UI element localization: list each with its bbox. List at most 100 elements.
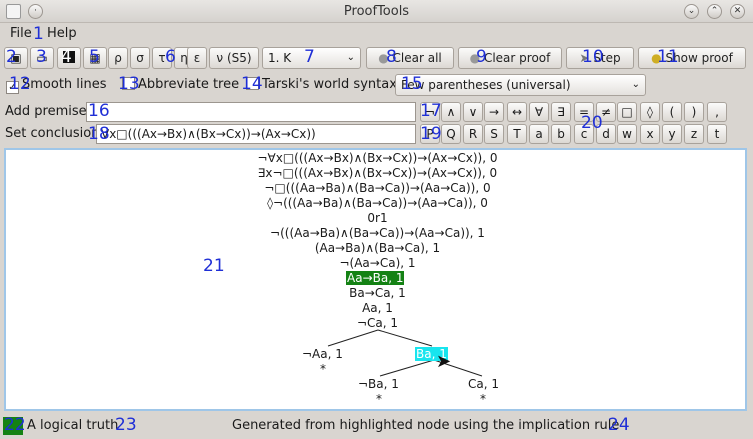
tree-node-right-right[interactable]: Ca, 1 bbox=[468, 377, 499, 391]
tree-node[interactable]: ∃x¬□(((Ax→Bx)∧(Bx→Cx))→(Ax→Cx)), 0 bbox=[6, 166, 749, 180]
tree-node[interactable]: ¬□(((Aa→Ba)∧(Ba→Ca))→(Aa→Ca)), 0 bbox=[6, 181, 749, 195]
proof-tree-panel[interactable]: ¬∀x□(((Ax→Bx)∧(Bx→Cx))→(Ax→Cx)), 0 ∃x¬□((… bbox=[4, 148, 747, 411]
status-left-text: A logical truth bbox=[27, 418, 119, 433]
logic-symbol-key[interactable]: ¬ bbox=[420, 102, 440, 122]
closed-branch-marker: * bbox=[376, 392, 382, 406]
system-select-value: 1. K bbox=[268, 51, 292, 65]
menu-help[interactable]: Help bbox=[47, 26, 77, 41]
maximize-button[interactable]: ⌃ bbox=[707, 4, 722, 19]
save-icon-button[interactable]: ▦ bbox=[83, 47, 107, 69]
open-icon-button[interactable]: ▭ bbox=[30, 47, 54, 69]
smooth-lines-label: Smooth lines bbox=[22, 77, 107, 92]
branch-line bbox=[377, 329, 433, 347]
term-symbol-key[interactable]: w bbox=[617, 124, 637, 144]
logic-symbol-key[interactable]: ) bbox=[684, 102, 704, 122]
clear-all-label: Clear all bbox=[392, 51, 442, 65]
logic-symbol-key[interactable]: ( bbox=[662, 102, 682, 122]
new-icon-button[interactable]: ▣ bbox=[4, 47, 28, 69]
document-icon: ▣ bbox=[10, 51, 22, 65]
clear-icon: ● bbox=[469, 51, 481, 65]
term-symbol-key[interactable]: T bbox=[507, 124, 527, 144]
clear-all-button[interactable]: ● Clear all bbox=[366, 47, 454, 69]
tree-node[interactable]: ¬∀x□(((Ax→Bx)∧(Bx→Cx))→(Ax→Cx)), 0 bbox=[6, 151, 749, 165]
clear-proof-label: Clear proof bbox=[483, 51, 551, 65]
term-symbol-key[interactable]: a bbox=[529, 124, 549, 144]
conclusion-input[interactable]: ∀x□(((Ax→Bx)∧(Bx→Cx))→(Ax→Cx)) bbox=[96, 124, 416, 144]
logic-symbol-key[interactable]: □ bbox=[617, 102, 637, 122]
chevron-down-icon: ⌄ bbox=[631, 79, 640, 90]
parentheses-select-value: Few parentheses (universal) bbox=[401, 78, 571, 92]
term-symbol-key[interactable]: S bbox=[484, 124, 504, 144]
symbol-epsilon-button[interactable]: ε bbox=[187, 47, 207, 69]
tree-node[interactable]: ¬(((Aa→Ba)∧(Ba→Ca))→(Aa→Ca)), 1 bbox=[6, 226, 749, 240]
conclusion-label: Set conclusion: bbox=[5, 126, 104, 141]
show-proof-button[interactable]: ● Show proof bbox=[638, 47, 746, 69]
menu-file[interactable]: File bbox=[10, 26, 32, 41]
mouse-cursor-icon: ➤ bbox=[436, 351, 452, 372]
chevron-down-icon: ⌄ bbox=[346, 52, 355, 63]
title-bar: · ProofTools ⌄ ⌃ ✕ bbox=[0, 0, 753, 23]
selected-tree-node[interactable]: Aa→Ba, 1 bbox=[346, 271, 405, 285]
save-icon: ▦ bbox=[89, 51, 101, 65]
square-icon bbox=[63, 51, 75, 63]
step-button[interactable]: ➤ Step bbox=[566, 47, 634, 69]
logic-symbol-key[interactable]: ∧ bbox=[441, 102, 461, 122]
logic-mode-button[interactable]: ν (S5) bbox=[209, 47, 259, 69]
tarski-syntax-checkbox[interactable]: Tarski's world syntax bbox=[246, 76, 397, 94]
logic-symbol-key[interactable]: ∃ bbox=[551, 102, 571, 122]
symbol-rho-button[interactable]: ρ bbox=[108, 47, 128, 69]
step-icon: ➤ bbox=[579, 51, 590, 65]
checkbox-empty-icon bbox=[246, 77, 259, 90]
logic-symbol-key[interactable]: ↔ bbox=[507, 102, 527, 122]
logic-symbol-key[interactable]: = bbox=[574, 102, 594, 122]
symbol-sigma-button[interactable]: σ bbox=[130, 47, 150, 69]
logic-symbol-key[interactable]: , bbox=[707, 102, 727, 122]
system-select[interactable]: 1. K ⌄ bbox=[262, 47, 361, 69]
symbol-tau-button[interactable]: τ bbox=[152, 47, 172, 69]
premise-input[interactable] bbox=[86, 102, 416, 122]
tarski-syntax-label: Tarski's world syntax bbox=[262, 77, 397, 92]
term-symbol-key[interactable]: Q bbox=[441, 124, 461, 144]
menu-bar: File Help bbox=[0, 23, 753, 43]
term-symbol-key[interactable]: t bbox=[707, 124, 727, 144]
term-symbol-key[interactable]: P bbox=[420, 124, 440, 144]
minimize-button[interactable]: ⌄ bbox=[684, 4, 699, 19]
color-icon-button[interactable] bbox=[57, 47, 81, 69]
term-symbol-key[interactable]: x bbox=[640, 124, 660, 144]
closed-branch-marker: * bbox=[320, 362, 326, 376]
tree-node[interactable]: 0r1 bbox=[6, 211, 749, 225]
logic-symbol-key[interactable]: → bbox=[484, 102, 504, 122]
status-bar: A logical truth Generated from highlight… bbox=[0, 412, 753, 439]
term-symbol-key[interactable]: R bbox=[463, 124, 483, 144]
abbreviate-tree-label: Abbreviate tree bbox=[138, 77, 240, 92]
term-symbol-key[interactable]: y bbox=[662, 124, 682, 144]
term-symbol-key[interactable]: d bbox=[596, 124, 616, 144]
tree-node[interactable]: ◊¬(((Aa→Ba)∧(Ba→Ca))→(Aa→Ca)), 0 bbox=[6, 196, 749, 210]
close-button[interactable]: ✕ bbox=[730, 4, 745, 19]
logic-symbol-key[interactable]: ◊ bbox=[640, 102, 660, 122]
abbreviate-tree-checkbox[interactable]: Abbreviate tree bbox=[122, 76, 239, 94]
checkbox-empty-icon bbox=[122, 77, 135, 90]
tree-node[interactable]: (Aa→Ba)∧(Ba→Ca), 1 bbox=[6, 241, 749, 255]
term-symbol-key[interactable]: b bbox=[551, 124, 571, 144]
clear-proof-button[interactable]: ● Clear proof bbox=[458, 47, 562, 69]
term-symbol-key[interactable]: c bbox=[574, 124, 594, 144]
tree-node-left[interactable]: ¬Aa, 1 bbox=[302, 347, 343, 361]
branch-line bbox=[379, 359, 435, 377]
tree-node[interactable]: ¬(Aa→Ca), 1 bbox=[6, 256, 749, 270]
tree-node[interactable]: ¬Ca, 1 bbox=[6, 316, 749, 330]
tree-node[interactable]: Ba→Ca, 1 bbox=[6, 286, 749, 300]
status-indicator bbox=[3, 417, 23, 435]
branch-line bbox=[327, 329, 379, 347]
logic-symbol-key[interactable]: ∨ bbox=[463, 102, 483, 122]
closed-branch-marker: * bbox=[480, 392, 486, 406]
logic-symbol-key[interactable]: ∀ bbox=[529, 102, 549, 122]
window-title: ProofTools bbox=[343, 4, 410, 19]
term-symbol-key[interactable]: z bbox=[684, 124, 704, 144]
tree-node-right-left[interactable]: ¬Ba, 1 bbox=[358, 377, 399, 391]
premise-label: Add premise: bbox=[5, 104, 92, 119]
tree-node[interactable]: Aa, 1 bbox=[6, 301, 749, 315]
logic-symbol-key[interactable]: ≠ bbox=[596, 102, 616, 122]
smooth-lines-checkbox[interactable]: ✓ Smooth lines bbox=[6, 76, 107, 94]
parentheses-select[interactable]: Few parentheses (universal) ⌄ bbox=[395, 74, 646, 96]
